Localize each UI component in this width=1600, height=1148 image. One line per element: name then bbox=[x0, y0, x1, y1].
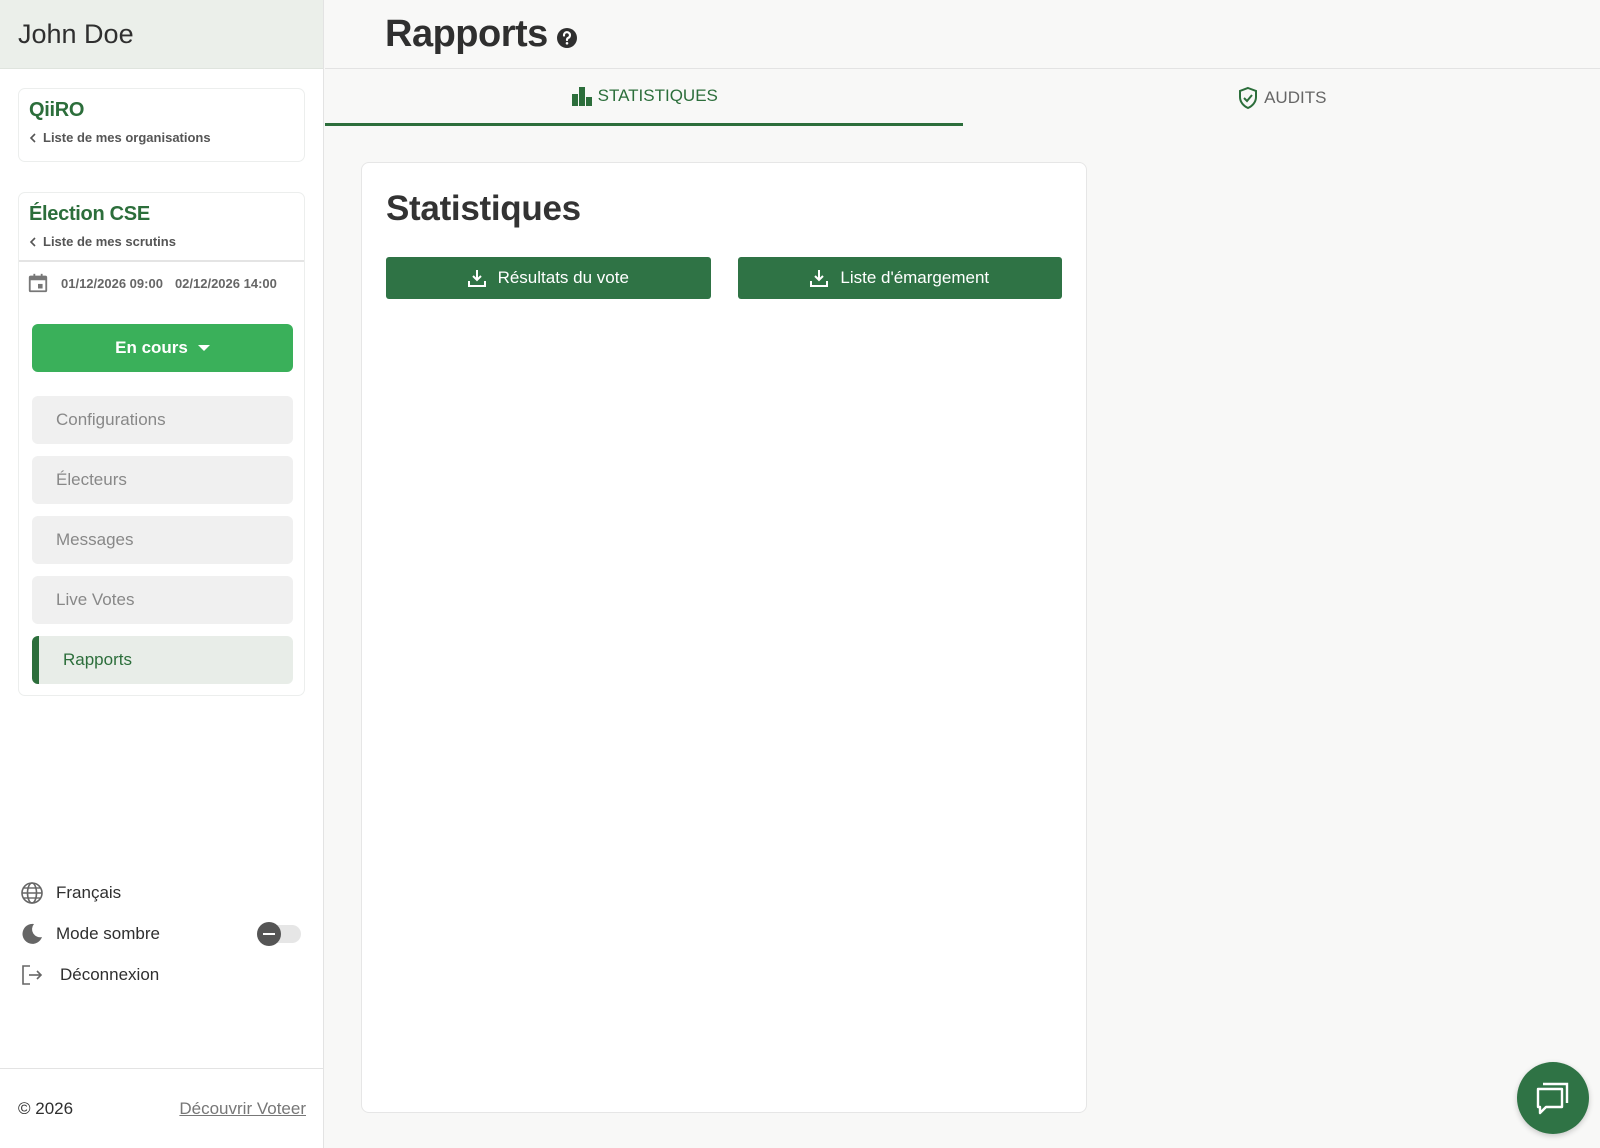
user-name: John Doe bbox=[0, 0, 323, 69]
menu-item-rapports[interactable]: Rapports bbox=[32, 636, 293, 684]
menu-item-label: Messages bbox=[56, 530, 134, 549]
page-title: Rapports bbox=[385, 12, 548, 55]
menu-item-label: Live Votes bbox=[56, 590, 135, 609]
download-results-button[interactable]: Résultats du vote bbox=[386, 257, 711, 299]
organization-name: QiiRO bbox=[29, 99, 85, 121]
status-label: En cours bbox=[115, 338, 188, 357]
download-attendance-button[interactable]: Liste d'émargement bbox=[737, 257, 1062, 299]
menu-item-label: Rapports bbox=[63, 650, 132, 669]
sidebar: John Doe QiiRO Liste de mes organisation… bbox=[0, 0, 324, 1148]
chevron-left-icon bbox=[29, 236, 36, 247]
tab-label: AUDITS bbox=[1264, 88, 1327, 107]
logout-icon bbox=[22, 964, 43, 985]
menu-item-label: Configurations bbox=[56, 410, 166, 429]
menu-item-messages[interactable]: Messages bbox=[32, 516, 293, 564]
globe-icon bbox=[21, 881, 43, 904]
election-end-date: 02/12/2026 14:00 bbox=[174, 275, 277, 291]
chevron-left-icon bbox=[29, 132, 36, 143]
menu-item-label: Électeurs bbox=[56, 470, 127, 489]
download-results-label: Résultats du vote bbox=[497, 268, 629, 287]
chat-button[interactable] bbox=[1517, 1062, 1589, 1134]
status-dropdown-button[interactable]: En cours bbox=[32, 324, 293, 372]
dark-mode-toggle[interactable] bbox=[257, 921, 301, 946]
dark-mode-label: Mode sombre bbox=[56, 923, 160, 943]
download-attendance-label: Liste d'émargement bbox=[840, 268, 990, 287]
chat-icon bbox=[1536, 1082, 1569, 1115]
election-name: Élection CSE bbox=[29, 203, 150, 225]
dark-mode-row: Mode sombre bbox=[20, 913, 305, 954]
back-to-organizations-link[interactable]: Liste de mes organisations bbox=[29, 130, 294, 145]
report-tabs: STATISTIQUES AUDITS bbox=[325, 69, 1600, 127]
tab-audits[interactable]: AUDITS bbox=[963, 69, 1600, 127]
download-buttons: Résultats du vote Liste d'émargement bbox=[386, 257, 1062, 299]
statistics-panel: Statistiques Résultats du vote Liste d'é… bbox=[361, 162, 1087, 1113]
help-icon[interactable] bbox=[556, 27, 578, 49]
copyright: © 2026 bbox=[18, 1098, 74, 1118]
logout-button[interactable]: Déconnexion bbox=[20, 954, 305, 995]
download-icon bbox=[467, 270, 486, 287]
shield-check-icon bbox=[1239, 86, 1258, 110]
organization-card: QiiRO Liste de mes organisations bbox=[18, 88, 305, 162]
logout-label: Déconnexion bbox=[60, 964, 160, 984]
download-icon bbox=[810, 270, 829, 287]
toggle-knob bbox=[257, 921, 281, 946]
tab-label: STATISTIQUES bbox=[597, 86, 718, 105]
caret-down-icon bbox=[197, 345, 210, 351]
calendar-icon bbox=[28, 273, 48, 293]
menu-item-electeurs[interactable]: Électeurs bbox=[32, 456, 293, 504]
election-card: Élection CSE Liste de mes scrutins 01/12… bbox=[18, 192, 305, 696]
moon-icon bbox=[22, 923, 42, 944]
back-to-elections-link[interactable]: Liste de mes scrutins bbox=[29, 234, 294, 249]
language-selector[interactable]: Français bbox=[20, 872, 305, 913]
settings-section: Français Mode sombre Déconnexion bbox=[20, 872, 305, 995]
menu-item-configurations[interactable]: Configurations bbox=[32, 396, 293, 444]
sidebar-footer: © 2026 Découvrir Voteer bbox=[0, 1068, 324, 1148]
election-dates: 01/12/2026 09:00 02/12/2026 14:00 bbox=[19, 266, 304, 300]
discover-voteer-link[interactable]: Découvrir Voteer bbox=[179, 1099, 306, 1119]
language-label: Français bbox=[56, 882, 122, 902]
menu-item-live-votes[interactable]: Live Votes bbox=[32, 576, 293, 624]
panel-title: Statistiques bbox=[386, 189, 581, 228]
back-to-organizations-label: Liste de mes organisations bbox=[43, 130, 211, 145]
back-to-elections-label: Liste de mes scrutins bbox=[43, 234, 176, 249]
top-bar: Rapports bbox=[325, 0, 1600, 69]
tab-statistiques[interactable]: STATISTIQUES bbox=[325, 69, 963, 126]
election-start-date: 01/12/2026 09:00 bbox=[61, 275, 163, 291]
bar-chart-icon bbox=[571, 87, 592, 106]
